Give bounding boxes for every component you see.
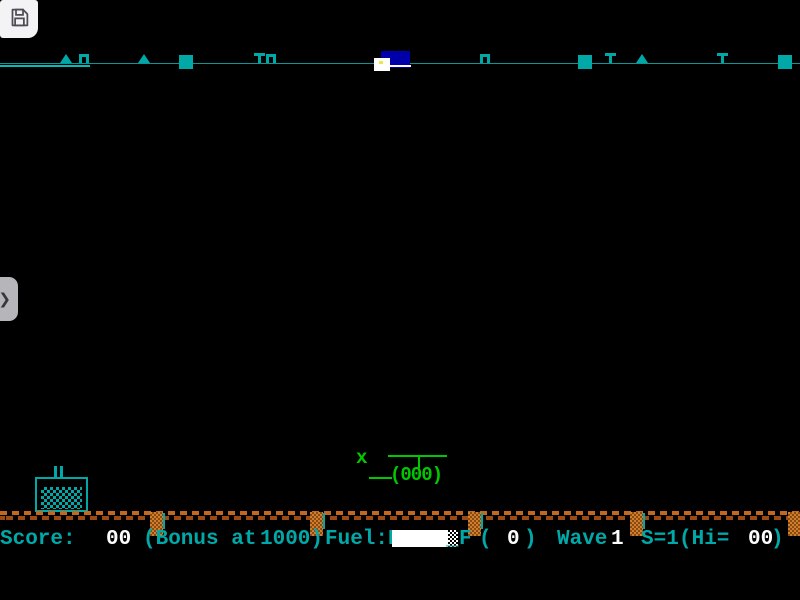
game-screen: x ` (000) Score: 00 (Bonus at 1000) Fuel… — [0, 0, 800, 600]
radar-gate-icon — [480, 54, 490, 63]
hi-label: (Hi= — [679, 529, 729, 551]
wave-label: Wave — [557, 529, 607, 551]
radar-player-marker — [374, 58, 390, 71]
hi-value: 00 — [748, 529, 773, 551]
helicopter-tailboom — [369, 477, 392, 479]
wave-value: 1 — [611, 529, 624, 551]
score-value: 00 — [106, 529, 131, 551]
ammo-open: ( — [479, 529, 492, 551]
radar-tee-icon — [254, 53, 265, 63]
chevron-right-icon: ❯ — [0, 290, 11, 308]
radar-triangle-icon — [138, 54, 150, 63]
ground-post — [788, 512, 800, 536]
radar-gate-icon — [266, 54, 276, 63]
fuel-label: Fuel:E — [325, 529, 401, 551]
ground-dashes-bottom — [0, 516, 800, 520]
radar-tee-icon — [717, 53, 728, 63]
bonus-label: (Bonus at — [143, 529, 256, 551]
radar-base-underline — [389, 65, 411, 67]
radar-left-segment — [0, 65, 90, 67]
floppy-disk-icon — [9, 7, 30, 31]
radar-tee-icon — [605, 53, 616, 63]
fuel-suffix: F — [459, 529, 472, 551]
radar-gate-icon — [79, 54, 89, 63]
sidebar-drawer-toggle[interactable]: ❯ — [0, 277, 18, 321]
hangar-dither-fill — [41, 487, 82, 509]
radar-square-icon — [578, 55, 592, 69]
hangar-chimney — [54, 466, 57, 477]
radar-player-dot — [379, 61, 383, 64]
hi-close: ) — [771, 529, 784, 551]
fuel-underscore: _ — [446, 529, 459, 551]
hangar-chimney — [60, 466, 63, 477]
helicopter-body: (000) — [390, 464, 442, 486]
fuel-gauge-bar — [392, 530, 448, 547]
ships-label: S=1 — [641, 529, 679, 551]
score-label: Score: — [0, 529, 76, 551]
ammo-close: ) — [524, 529, 537, 551]
radar-triangle-icon — [636, 54, 648, 63]
radar-square-icon — [179, 55, 193, 69]
radar-triangle-icon — [60, 54, 72, 63]
ammo-value: 0 — [507, 529, 520, 551]
ground-dashes-top — [0, 511, 800, 515]
radar-square-icon — [778, 55, 792, 69]
helicopter-tail-hook: ` — [359, 458, 370, 480]
bonus-value: 1000) — [260, 529, 323, 551]
save-state-button[interactable] — [0, 0, 38, 38]
